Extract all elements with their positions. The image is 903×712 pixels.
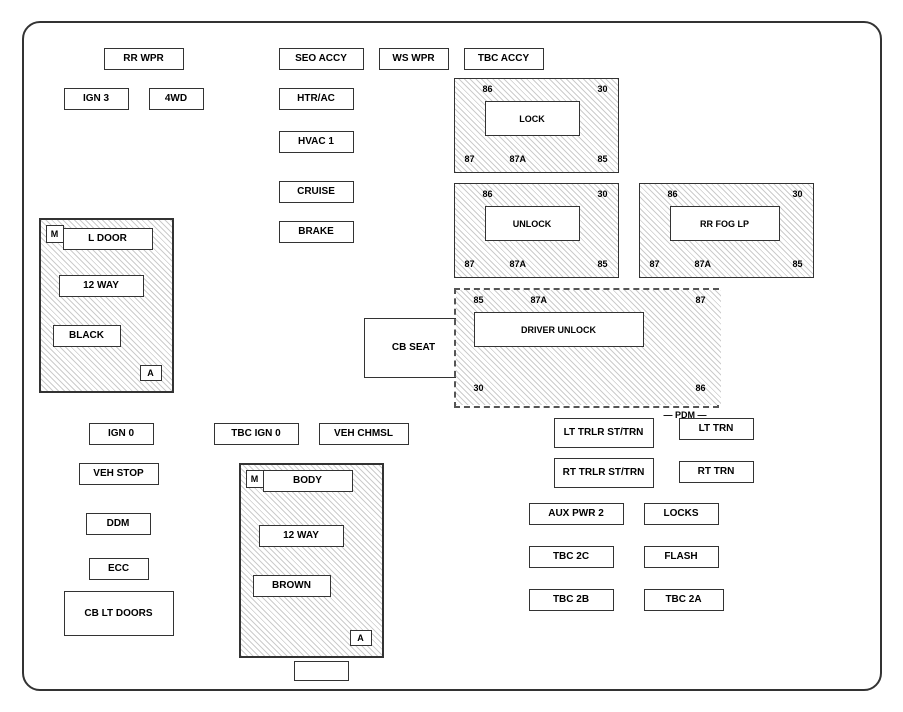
ign0-fuse: IGN 0 [89,423,154,445]
tbc-2b-fuse: TBC 2B [529,589,614,611]
tbc-accy-fuse: TBC ACCY [464,48,544,70]
l-door-m-badge: M [46,225,64,243]
unlock-87: 87 [465,259,475,269]
tbc-2c-fuse: TBC 2C [529,546,614,568]
pdm-group: 85 87A 87 DRIVER UNLOCK 30 86 — PDM — [454,288,719,408]
body-m-badge: M [246,470,264,488]
rt-trn-fuse: RT TRN [679,461,754,483]
unlock-relay-group: 86 30 87 87A 85 UNLOCK [454,183,619,278]
seo-accy-fuse: SEO ACCY [279,48,364,70]
rt-trlr-fuse: RT TRLR ST/TRN [554,458,654,488]
fuse-diagram: RR WPR SEO ACCY WS WPR TBC ACCY IGN 3 4W… [22,21,882,691]
hvac1-fuse: HVAC 1 [279,131,354,153]
locks-fuse: LOCKS [644,503,719,525]
l-door-group: M L DOOR 12 WAY BLACK A [39,218,174,393]
driver-unlock-relay-group: 85 87A 87 DRIVER UNLOCK 30 86 [456,290,721,405]
du-85: 85 [474,295,484,305]
lock-86: 86 [483,84,493,94]
lock-relay-group: 86 30 87 87A 85 LOCK [454,78,619,173]
unlock-86: 86 [483,189,493,199]
cb-lt-doors-fuse: CB LT DOORS [64,591,174,636]
veh-chmsl-fuse: VEH CHMSL [319,423,409,445]
driver-unlock-label: DRIVER UNLOCK [474,312,644,347]
fog-87a: 87A [695,259,712,269]
body-12way: 12 WAY [259,525,344,547]
lock-85: 85 [597,154,607,164]
fog-85: 85 [792,259,802,269]
cb-seat-fuse: CB SEAT [364,318,464,378]
htr-ac-fuse: HTR/AC [279,88,354,110]
veh-stop-fuse: VEH STOP [79,463,159,485]
fog-30: 30 [792,189,802,199]
lock-87a: 87A [510,154,527,164]
body-connector [294,661,349,681]
body-brown: BROWN [253,575,331,597]
tbc-2a-fuse: TBC 2A [644,589,724,611]
l-door-a-badge: A [140,365,162,381]
tbc-ign0-fuse: TBC IGN 0 [214,423,299,445]
du-30: 30 [474,383,484,393]
lock-relay-label: LOCK [485,101,580,136]
unlock-87a: 87A [510,259,527,269]
body-module-group: M BODY 12 WAY BROWN A [239,463,384,658]
du-86: 86 [695,383,705,393]
lt-trn-fuse: LT TRN [679,418,754,440]
l-door-black: BLACK [53,325,121,347]
body-label: BODY [263,470,353,492]
du-87: 87 [695,295,705,305]
rr-wpr-fuse: RR WPR [104,48,184,70]
flash-fuse: FLASH [644,546,719,568]
ign3-fuse: IGN 3 [64,88,129,110]
lock-30: 30 [597,84,607,94]
unlock-85: 85 [597,259,607,269]
cruise-fuse: CRUISE [279,181,354,203]
fog-86: 86 [668,189,678,199]
ws-wpr-fuse: WS WPR [379,48,449,70]
fwd-fuse: 4WD [149,88,204,110]
lock-87: 87 [465,154,475,164]
rr-fog-relay-label: RR FOG LP [670,206,780,241]
body-a-badge: A [350,630,372,646]
brake-fuse: BRAKE [279,221,354,243]
unlock-30: 30 [597,189,607,199]
l-door-12way: 12 WAY [59,275,144,297]
unlock-relay-label: UNLOCK [485,206,580,241]
rr-fog-relay-group: 86 30 87 87A 85 RR FOG LP [639,183,814,278]
ddm-fuse: DDM [86,513,151,535]
aux-pwr2-fuse: AUX PWR 2 [529,503,624,525]
lt-trlr-fuse: LT TRLR ST/TRN [554,418,654,448]
fog-87: 87 [650,259,660,269]
ecc-fuse: ECC [89,558,149,580]
du-87a: 87A [531,295,548,305]
l-door-label: L DOOR [63,228,153,250]
